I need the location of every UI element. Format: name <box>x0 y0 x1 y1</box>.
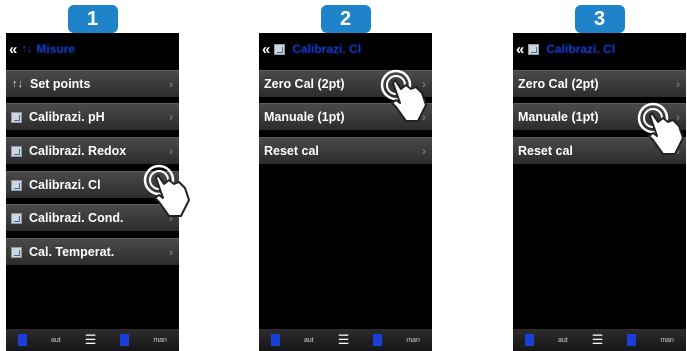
menu-item-set-points[interactable]: ↑↓ Set points › <box>6 70 179 97</box>
menu-item-cal-temperat[interactable]: Cal. Temperat. › <box>6 238 179 265</box>
menu-item-label: Zero Cal (2pt) <box>264 77 345 91</box>
back-icon[interactable]: « <box>262 41 270 58</box>
auto-mode-label[interactable]: aut <box>304 337 314 344</box>
auto-mode-label[interactable]: aut <box>558 337 568 344</box>
chevron-right-icon: › <box>169 144 173 158</box>
calibration-icon <box>11 111 22 123</box>
list-icon[interactable]: ☰ <box>592 332 604 348</box>
screen-title: Calibrazi. Cl <box>546 42 616 56</box>
menu-item-reset-cal[interactable]: Reset cal › <box>259 137 432 164</box>
calibration-icon <box>528 43 540 55</box>
list-icon[interactable]: ☰ <box>338 332 350 348</box>
bottom-bar: aut ☰ man <box>259 329 432 351</box>
step-panel-3: 3 « Calibrazi. Cl Zero Cal (2pt) › Manua… <box>513 0 686 351</box>
status-indicator <box>120 334 130 346</box>
status-indicator <box>627 334 637 346</box>
menu-item-label: Calibrazi. Redox <box>29 144 127 158</box>
menu-item-zero-cal[interactable]: Zero Cal (2pt) › <box>513 70 686 97</box>
status-indicator <box>373 334 383 346</box>
manual-mode-label[interactable]: man <box>660 337 674 344</box>
manual-mode-label[interactable]: man <box>406 337 420 344</box>
device-screen-3: « Calibrazi. Cl Zero Cal (2pt) › Manuale… <box>513 33 686 351</box>
chevron-right-icon: › <box>169 110 173 124</box>
tap-hand-icon <box>380 69 427 122</box>
menu-item-label: Calibrazi. Cl <box>29 178 101 192</box>
status-indicator <box>524 334 534 346</box>
sort-arrows-icon: ↑↓ <box>21 43 33 55</box>
bottom-bar: aut ☰ man <box>513 329 686 351</box>
tap-hand-icon <box>143 164 190 217</box>
chevron-right-icon: › <box>169 245 173 259</box>
menu-item-label: Cal. Temperat. <box>29 245 115 259</box>
screen-titlebar: « ↑↓ Misure <box>6 40 179 58</box>
back-icon[interactable]: « <box>9 41 17 58</box>
calibration-icon <box>11 179 22 191</box>
step-badge-3: 3 <box>574 5 625 33</box>
calibration-icon <box>274 43 286 55</box>
back-icon[interactable]: « <box>516 41 524 58</box>
menu-item-label: Manuale (1pt) <box>518 110 599 124</box>
calibration-icon <box>11 145 22 157</box>
step-panel-1: 1 « ↑↓ Misure ↑↓ Set points › Calibrazi.… <box>6 0 190 351</box>
menu-item-label: Calibrazi. pH <box>29 110 105 124</box>
step-badge-2: 2 <box>320 5 371 33</box>
menu-item-label: Calibrazi. Cond. <box>29 211 124 225</box>
calibration-icon <box>11 246 22 258</box>
list-icon[interactable]: ☰ <box>85 332 97 348</box>
chevron-right-icon: › <box>422 144 426 158</box>
menu-item-label: Zero Cal (2pt) <box>518 77 599 91</box>
manual-mode-label[interactable]: man <box>153 337 167 344</box>
screen-title: Misure <box>36 42 76 56</box>
sort-arrows-icon: ↑↓ <box>12 78 23 90</box>
status-indicator <box>17 334 27 346</box>
menu-item-label: Manuale (1pt) <box>264 110 345 124</box>
screen-titlebar: « Calibrazi. Cl <box>259 40 432 58</box>
tap-hand-icon <box>637 102 684 155</box>
status-indicator <box>270 334 280 346</box>
step-badge-1: 1 <box>67 5 118 33</box>
step-panel-2: 2 « Calibrazi. Cl Zero Cal (2pt) › Manua… <box>259 0 432 351</box>
menu-item-label: Reset cal <box>264 144 319 158</box>
chevron-right-icon: › <box>169 77 173 91</box>
menu-item-calibrazi-ph[interactable]: Calibrazi. pH › <box>6 103 179 130</box>
menu-item-label: Reset cal <box>518 144 573 158</box>
calibration-icon <box>11 212 22 224</box>
chevron-right-icon: › <box>676 77 680 91</box>
bottom-bar: aut ☰ man <box>6 329 179 351</box>
screen-title: Calibrazi. Cl <box>292 42 362 56</box>
menu-item-label: Set points <box>30 77 91 91</box>
screen-titlebar: « Calibrazi. Cl <box>513 40 686 58</box>
auto-mode-label[interactable]: aut <box>51 337 61 344</box>
